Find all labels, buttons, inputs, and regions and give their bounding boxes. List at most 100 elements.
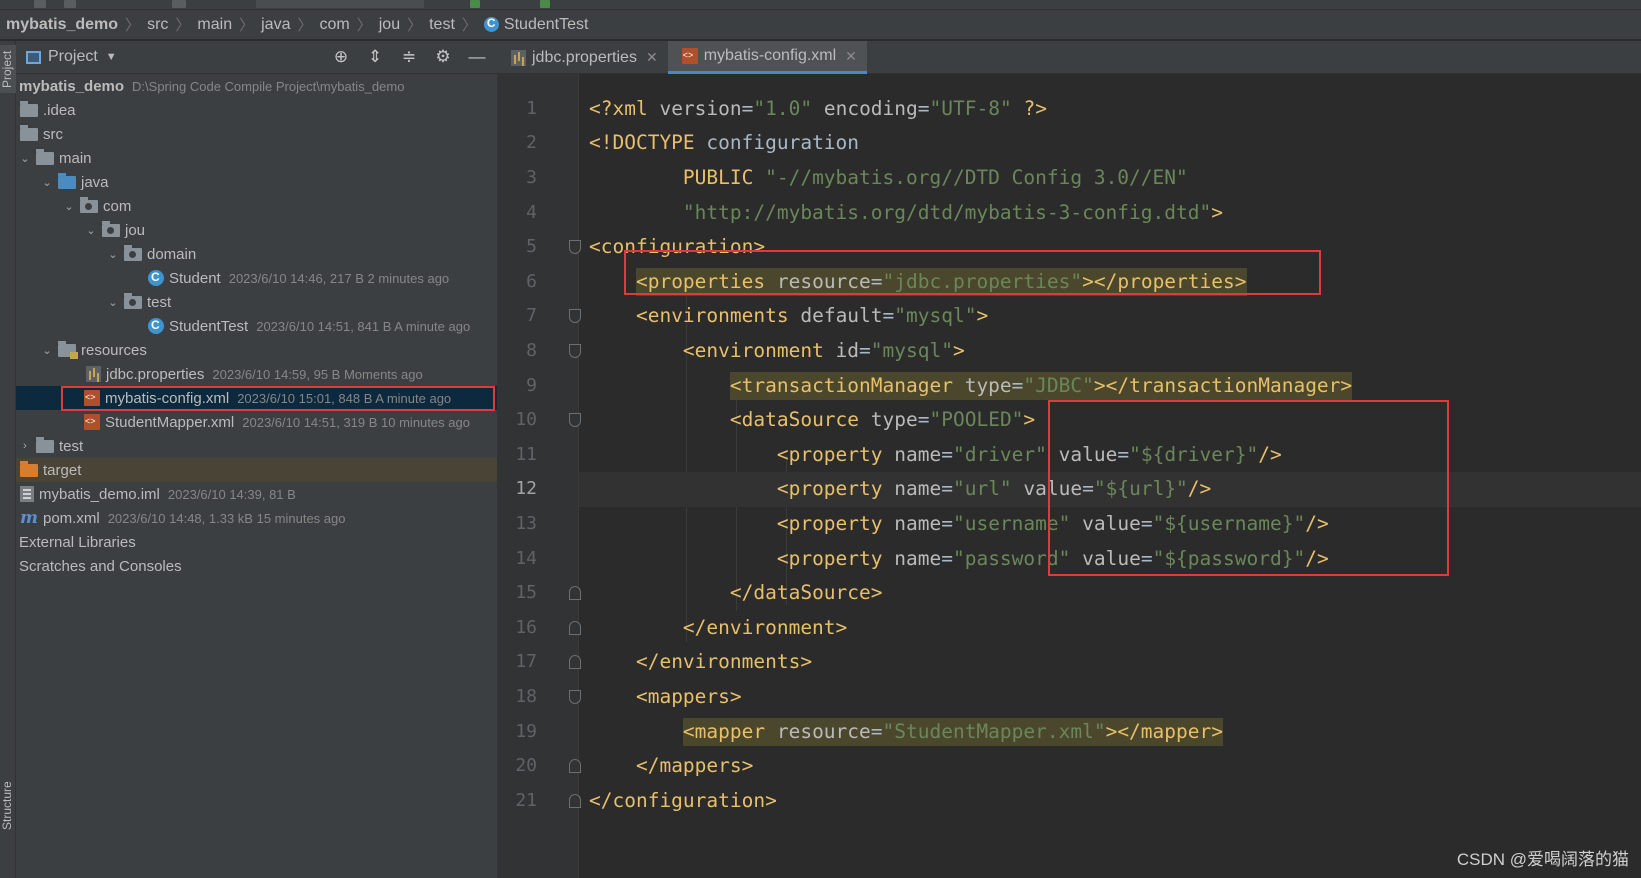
breadcrumb-item[interactable]: mybatis_demo (6, 16, 118, 34)
code-content: <environments default="mysql"> (636, 304, 988, 327)
code-token-attr: type (964, 373, 1012, 397)
expand-all-icon[interactable]: ⇕ (365, 47, 385, 67)
tree-item-folder[interactable]: › test (16, 434, 497, 458)
breadcrumb-item[interactable]: src (147, 16, 168, 34)
fold-open-icon[interactable] (569, 413, 581, 428)
tab-jdbc-properties[interactable]: jdbc.properties ✕ (497, 41, 668, 74)
fold-close-icon[interactable] (569, 655, 581, 670)
code-line[interactable]: 12 <property name="url" value="${url}"/> (515, 472, 1641, 507)
tree-item-package[interactable]: ⌄ jou (16, 218, 497, 242)
project-view-selector[interactable]: Project (48, 48, 98, 66)
code-line[interactable]: 14 <property name="password" value="${pa… (515, 542, 1641, 577)
chevron-down-icon[interactable]: ⌄ (40, 176, 54, 189)
tree-item-excluded-folder[interactable]: target (16, 458, 497, 482)
code-line[interactable]: 10 <dataSource type="POOLED"> (515, 403, 1641, 438)
code-line[interactable]: 6 <properties resource="jdbc.properties"… (526, 265, 1641, 300)
tree-item-external-libraries[interactable]: External Libraries (16, 530, 497, 554)
tree-item-file-selected[interactable]: mybatis-config.xml 2023/6/10 15:01, 848 … (16, 386, 497, 410)
tree-item-file[interactable]: m pom.xml 2023/6/10 14:48, 1.33 kB 15 mi… (16, 506, 497, 530)
chevron-down-icon[interactable]: ⌄ (106, 248, 120, 261)
tree-item-meta: 2023/6/10 14:46, 217 B 2 minutes ago (228, 270, 450, 286)
code-line[interactable]: 8 <environment id="mysql"> (526, 334, 1641, 369)
breadcrumb-separator: 〉 (297, 17, 313, 34)
code-line[interactable]: 5 <configuration> (526, 230, 1641, 265)
fold-close-icon[interactable] (569, 586, 581, 601)
tree-item-package[interactable]: ⌄ domain (16, 242, 497, 266)
code-line[interactable]: 4 "http://mybatis.org/dtd/mybatis-3-conf… (526, 196, 1641, 231)
code-line[interactable]: 19 <mapper resource="StudentMapper.xml">… (515, 715, 1641, 750)
breadcrumb-item[interactable]: jou (379, 16, 400, 34)
breadcrumb-item-current[interactable]: StudentTest (483, 16, 588, 34)
tree-item-class[interactable]: StudentTest 2023/6/10 14:51, 841 B A min… (16, 314, 497, 338)
close-icon[interactable]: ✕ (845, 48, 857, 65)
code-line[interactable]: 18 <mappers> (515, 680, 1641, 715)
locate-icon[interactable]: ⊕ (331, 47, 351, 67)
tree-item-scratches[interactable]: Scratches and Consoles (16, 554, 497, 578)
project-tree: mybatis_demo D:\Spring Code Compile Proj… (16, 74, 497, 578)
tree-item-folder[interactable]: src (16, 122, 497, 146)
code-line[interactable]: 7 <environments default="mysql"> (526, 299, 1641, 334)
tree-item-source-root[interactable]: ⌄ java (16, 170, 497, 194)
tree-item-file[interactable]: jdbc.properties 2023/6/10 14:59, 95 B Mo… (16, 362, 497, 386)
tab-mybatis-config[interactable]: mybatis-config.xml ✕ (667, 41, 867, 74)
chevron-down-icon[interactable]: ⌄ (106, 296, 120, 309)
toolbar-icon[interactable] (172, 0, 186, 8)
fold-open-icon[interactable] (569, 343, 581, 358)
chevron-right-icon[interactable]: › (18, 440, 32, 452)
breadcrumb-item[interactable]: java (261, 16, 290, 34)
project-tool-window-button[interactable]: Project (0, 45, 16, 93)
chevron-down-icon[interactable]: ⌄ (84, 224, 98, 237)
chevron-down-icon[interactable]: ⌄ (62, 200, 76, 213)
breadcrumb-item[interactable]: com (319, 16, 349, 34)
code-token-tag: > (1211, 200, 1223, 224)
toolbar-icon[interactable] (34, 0, 46, 8)
fold-close-icon[interactable] (569, 793, 581, 808)
fold-open-icon[interactable] (569, 309, 581, 324)
code-line[interactable]: 16 </environment> (515, 611, 1641, 646)
code-line[interactable]: 2 <!DOCTYPE configuration (526, 126, 1641, 161)
code-line[interactable]: 21 </configuration> (515, 784, 1641, 819)
close-icon[interactable]: ✕ (646, 49, 658, 66)
fold-open-icon[interactable] (569, 689, 581, 704)
code-line[interactable]: 15 </dataSource> (515, 576, 1641, 611)
code-line[interactable]: 11 <property name="driver" value="${driv… (515, 438, 1641, 473)
structure-tool-window-button[interactable]: Structure (0, 776, 16, 836)
main-toolbar (0, 0, 1641, 10)
breadcrumb-item[interactable]: test (429, 16, 455, 34)
code-line[interactable]: 1 <?xml version="1.0" encoding="UTF-8" ?> (526, 92, 1641, 127)
code-area[interactable]: 1 <?xml version="1.0" encoding="UTF-8" ?>… (515, 74, 1641, 878)
toolbar-icon[interactable] (64, 0, 76, 8)
tree-item-file[interactable]: mybatis_demo.iml 2023/6/10 14:39, 81 B (16, 482, 497, 506)
tree-item-project-root[interactable]: mybatis_demo D:\Spring Code Compile Proj… (16, 74, 497, 98)
code-line[interactable]: 3 PUBLIC "-//mybatis.org//DTD Config 3.0… (526, 161, 1641, 196)
chevron-down-icon[interactable]: ⌄ (18, 152, 32, 165)
debug-icon[interactable] (540, 0, 550, 8)
chevron-down-icon[interactable]: ⌄ (40, 344, 54, 357)
tree-item-resources-root[interactable]: ⌄ resources (16, 338, 497, 362)
gear-icon[interactable]: ⚙ (433, 47, 453, 67)
fold-close-icon[interactable] (569, 759, 581, 774)
chevron-down-icon[interactable]: ▼ (106, 51, 117, 63)
tree-item-label: java (81, 173, 109, 191)
run-configuration-selector[interactable] (256, 0, 424, 8)
code-line[interactable]: 17 </environments> (515, 645, 1641, 680)
tree-item-package[interactable]: ⌄ com (16, 194, 497, 218)
fold-close-icon[interactable] (569, 620, 581, 635)
tree-item-folder[interactable]: ⌄ main (16, 146, 497, 170)
fold-open-icon[interactable] (569, 240, 581, 255)
breadcrumb-item[interactable]: main (197, 16, 232, 34)
code-line[interactable]: 20 </mappers> (515, 749, 1641, 784)
tree-item-folder[interactable]: .idea (16, 98, 497, 122)
tree-item-class[interactable]: Student 2023/6/10 14:46, 217 B 2 minutes… (16, 266, 497, 290)
code-line[interactable]: 13 <property name="username" value="${us… (515, 507, 1641, 542)
run-icon[interactable] (470, 0, 480, 8)
code-line[interactable]: 9 <transactionManager type="JDBC"></tran… (526, 369, 1641, 404)
code-content: PUBLIC "-//mybatis.org//DTD Config 3.0//… (683, 166, 1188, 189)
hide-icon[interactable]: — (467, 47, 487, 67)
code-content: <configuration> (589, 235, 765, 258)
collapse-all-icon[interactable]: ≑ (399, 47, 419, 67)
tree-item-file[interactable]: StudentMapper.xml 2023/6/10 14:51, 319 B… (16, 410, 497, 434)
tree-item-package[interactable]: ⌄ test (16, 290, 497, 314)
